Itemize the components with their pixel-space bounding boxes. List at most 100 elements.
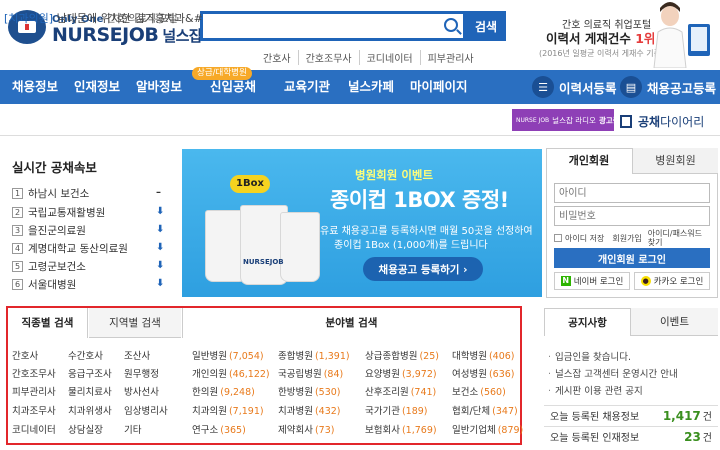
tab-field-search[interactable]: 분야별 검색 <box>182 308 520 338</box>
field-category-link[interactable]: 보험회사 (1,769) <box>365 422 437 436</box>
job-category-link[interactable]: 조산사 <box>124 348 150 362</box>
nav-new-hire[interactable]: 신입공채 <box>210 70 256 104</box>
job-category-link[interactable]: 간호조무사 <box>12 366 56 380</box>
tab-personal-member[interactable]: 개인회원 <box>546 148 632 174</box>
banner-desc: 유료 채용공고를 등록하시면 매월 50곳을 선정하여 <box>320 226 533 237</box>
field-category-link[interactable]: 치과의원 (7,191) <box>192 403 264 417</box>
job-category-link[interactable]: 치과위생사 <box>68 403 112 417</box>
save-id-checkbox[interactable] <box>554 234 562 242</box>
realtime-item[interactable]: 2 국립교통재활병원 <box>12 204 105 220</box>
stat-talent-today: 오늘 등록된 인재정보 23 건 <box>544 426 718 446</box>
field-category-link[interactable]: 국공립병원 (84) <box>278 366 343 380</box>
field-category-link[interactable]: 일반병원 (7,054) <box>192 348 264 362</box>
tab-region-search[interactable]: 지역별 검색 <box>89 308 181 338</box>
password-input[interactable] <box>554 206 710 226</box>
field-category-link[interactable]: 종합병원 (1,391) <box>278 348 350 362</box>
trend-down-icon: ⬇ <box>156 278 165 289</box>
search-button[interactable]: 검색 <box>466 11 506 41</box>
kakao-icon: ● <box>640 276 651 286</box>
nav-parttime[interactable]: 알바정보 <box>136 70 182 104</box>
tab-hospital-member[interactable]: 병원회원 <box>632 148 718 174</box>
tab-event[interactable]: 이벤트 <box>631 308 718 336</box>
main-nav: 채용정보 인재정보 알바정보 상급/대학병원 신입공채 교육기관 널스카페 마이… <box>0 67 720 104</box>
field-category-link[interactable]: 한의원 (9,248) <box>192 384 255 398</box>
field-category-link[interactable]: 상급종합병원 (25) <box>365 348 439 362</box>
job-category-link[interactable]: 응급구조사 <box>68 366 112 380</box>
realtime-item[interactable]: 3 을진군의료원 <box>12 222 86 238</box>
realtime-item[interactable]: 1 하남시 보건소 <box>12 185 89 201</box>
login-button[interactable]: 개인회원 로그인 <box>554 248 710 268</box>
category-count: (741) <box>410 387 437 398</box>
field-category-link[interactable]: 일반기업체 (879) <box>452 422 523 436</box>
field-category-link[interactable]: 요양병원 (3,972) <box>365 366 437 380</box>
job-category-link[interactable]: 기타 <box>124 422 141 436</box>
category-count: (365) <box>220 425 246 436</box>
realtime-title: 실시간 공채속보 <box>12 160 97 175</box>
quick-link-coordinator[interactable]: 코디네이터 <box>358 50 420 65</box>
search-box <box>200 11 466 41</box>
notice-item[interactable]: 널스잡 고객센터 운영시간 안내 <box>548 366 678 380</box>
nav-mypage[interactable]: 마이페이지 <box>410 70 468 104</box>
category-count: (432) <box>314 406 341 417</box>
tab-notice[interactable]: 공지사항 <box>544 308 631 336</box>
field-category-link[interactable]: 협회/단체 (347) <box>452 403 518 417</box>
field-category-link[interactable]: 대학병원 (406) <box>452 348 515 362</box>
job-category-link[interactable]: 방사선사 <box>124 384 159 398</box>
job-category-link[interactable]: 피부관리사 <box>12 384 56 398</box>
banner-register-button[interactable]: 채용공고 등록하기 › <box>363 257 483 281</box>
job-category-link[interactable]: 치과조무사 <box>12 403 56 417</box>
diary-link[interactable]: 공채 다이어리 <box>620 113 704 130</box>
nav-education[interactable]: 교육기관 <box>284 70 330 104</box>
field-category-link[interactable]: 보건소 (560) <box>452 384 506 398</box>
kakao-login-button[interactable]: ● 카카오 로그인 <box>634 272 710 290</box>
field-category-link[interactable]: 연구소 (365) <box>192 422 246 436</box>
radio-ad-banner[interactable]: NURSE JOB 널스잡 라디오 광고중 <box>512 109 620 131</box>
field-category-link[interactable]: 한방병원 (530) <box>278 384 341 398</box>
field-category-link[interactable]: 국가기관 (189) <box>365 403 428 417</box>
field-category-link[interactable]: 제약회사 (73) <box>278 422 334 436</box>
job-category-link[interactable]: 물리치료사 <box>68 384 112 398</box>
search-input[interactable] <box>203 14 463 38</box>
search-icon <box>444 18 458 32</box>
quick-link-nurse[interactable]: 간호사 <box>256 50 298 65</box>
banner-title: 종이컵 1BOX 증정! <box>330 188 509 212</box>
job-category-link[interactable]: 간호사 <box>12 348 38 362</box>
field-category-link[interactable]: 여성병원 (636) <box>452 366 515 380</box>
id-input[interactable] <box>554 183 710 203</box>
job-category-link[interactable]: 코디네이터 <box>12 422 56 436</box>
scrolling-notice[interactable]: [치과의원] 남대문에 위치한 김기홍치과&# <box>4 10 203 26</box>
realtime-item[interactable]: 5 고령군보건소 <box>12 258 86 274</box>
quick-link-skincare[interactable]: 피부관리사 <box>419 50 481 65</box>
quick-link-assistant[interactable]: 간호조무사 <box>297 50 359 65</box>
join-link[interactable]: 회원가입 <box>612 233 641 244</box>
field-category-link[interactable]: 산후조리원 (741) <box>365 384 436 398</box>
category-count: (560) <box>480 387 506 398</box>
top-ad-line2[interactable]: 이력서 게재건수 1위 <box>546 28 655 47</box>
field-category-link[interactable]: 치과병원 (432) <box>278 403 341 417</box>
resume-register-button[interactable]: ☰ 이력서등록 <box>532 74 617 100</box>
banner-desc: 종이컵 1Box (1,000개)를 드립니다 <box>334 240 488 251</box>
category-count: (73) <box>314 425 335 436</box>
find-account-link[interactable]: 아이디/패스워드 찾기 <box>648 229 702 247</box>
category-count: (1,769) <box>401 425 437 436</box>
tab-job-search[interactable]: 직종별 검색 <box>8 308 88 338</box>
nav-talent[interactable]: 인재정보 <box>74 70 120 104</box>
trend-same-icon: – <box>156 187 161 198</box>
job-category-link[interactable]: 수간호사 <box>68 348 103 362</box>
realtime-item[interactable]: 6 서울대병원 <box>12 276 76 292</box>
nav-cafe[interactable]: 널스카페 <box>348 70 394 104</box>
category-count: (7,191) <box>228 406 264 417</box>
category-count: (3,972) <box>401 369 437 380</box>
job-category-link[interactable]: 원무행정 <box>124 366 159 380</box>
realtime-item[interactable]: 4 계명대학교 동산의료원 <box>12 240 128 256</box>
job-category-link[interactable]: 상담실장 <box>68 422 103 436</box>
field-category-link[interactable]: 개인의원 (46,122) <box>192 366 270 380</box>
naver-login-button[interactable]: N 네이버 로그인 <box>554 272 630 290</box>
nav-jobs[interactable]: 채용정보 <box>12 70 58 104</box>
notice-item[interactable]: 게시판 이용 관련 공지 <box>548 383 643 397</box>
job-category-link[interactable]: 임상병리사 <box>124 403 168 417</box>
job-post-icon: ▤ <box>620 76 642 98</box>
trend-down-icon: ⬇ <box>156 206 165 217</box>
notice-item[interactable]: 입금인을 찾습니다. <box>548 349 631 363</box>
job-post-register-button[interactable]: ▤ 채용공고등록 <box>620 74 716 100</box>
